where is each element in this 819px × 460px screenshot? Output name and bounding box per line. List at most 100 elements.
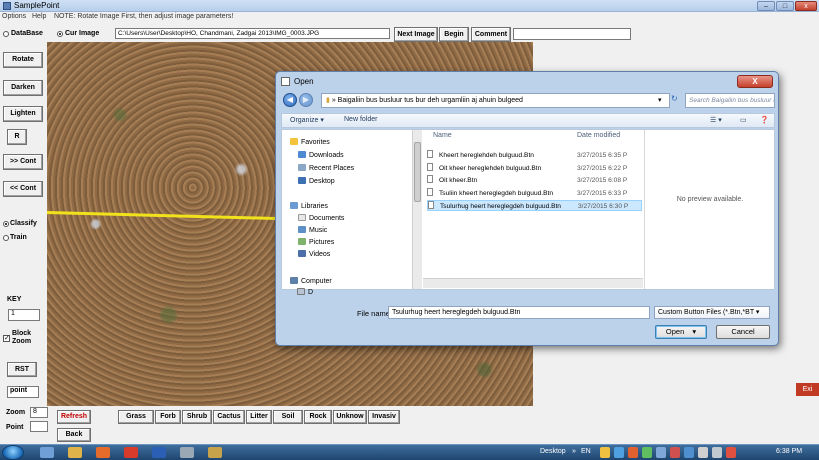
- explorer-icon[interactable]: [40, 447, 54, 458]
- scrollbar-thumb[interactable]: [414, 142, 421, 202]
- darken-button[interactable]: Darken: [3, 80, 43, 96]
- next-image-button[interactable]: Next Image: [394, 27, 438, 42]
- firefox-icon[interactable]: [96, 447, 110, 458]
- nav-recent-places[interactable]: Recent Places: [298, 164, 354, 172]
- new-folder-button[interactable]: New folder: [344, 116, 377, 123]
- volume-icon[interactable]: [698, 447, 708, 458]
- tray-icon-4[interactable]: [642, 447, 652, 458]
- cancel-button[interactable]: Cancel: [716, 325, 770, 339]
- desktop-toolbar-label[interactable]: Desktop: [540, 448, 566, 455]
- tray-icon-6[interactable]: [670, 447, 680, 458]
- tray-icon-3[interactable]: [628, 447, 638, 458]
- nav-scrollbar[interactable]: [412, 130, 422, 289]
- image-path-field[interactable]: C:\Users\User\Desktop\HO, Chandmani, Zad…: [115, 28, 390, 39]
- cont-forward-button[interactable]: >> Cont: [3, 154, 43, 170]
- view-options-icon[interactable]: ☰ ▾: [710, 116, 722, 124]
- curimage-radio[interactable]: [57, 31, 63, 37]
- close-button[interactable]: x: [795, 1, 817, 11]
- back-arrow-icon[interactable]: ◀: [283, 93, 297, 107]
- database-radio[interactable]: [3, 31, 9, 37]
- address-bar[interactable]: ▮ » Baigaliin bus busluur tus bur deh ur…: [321, 93, 670, 108]
- back-button[interactable]: Back: [57, 428, 91, 442]
- nav-desktop[interactable]: Desktop: [298, 177, 335, 185]
- category-button-unknow[interactable]: Unknow: [333, 410, 367, 424]
- category-button-forb[interactable]: Forb: [155, 410, 181, 424]
- file-row[interactable]: Oit kheer hereglehdeh bulguud.Btn 3/27/20…: [427, 162, 642, 174]
- refresh-button[interactable]: Refresh: [57, 410, 91, 424]
- file-name-input[interactable]: Tsulurhug heert hereglegdeh bulguud.Btn: [388, 306, 650, 319]
- category-button-rock[interactable]: Rock: [304, 410, 332, 424]
- nav-favorites[interactable]: Favorites: [290, 138, 330, 146]
- nav-computer[interactable]: Computer: [290, 277, 332, 285]
- category-button-litter[interactable]: Litter: [246, 410, 272, 424]
- cont-back-button[interactable]: << Cont: [3, 181, 43, 197]
- category-button-invasiv[interactable]: Invasiv: [368, 410, 400, 424]
- category-button-cactus[interactable]: Cactus: [213, 410, 245, 424]
- block-zoom-checkbox[interactable]: ✓: [3, 335, 10, 342]
- category-button-shrub[interactable]: Shrub: [182, 410, 212, 424]
- app-icon-red[interactable]: [124, 447, 138, 458]
- tray-icon-1[interactable]: [600, 447, 610, 458]
- search-input[interactable]: Search Baigaliin bus busluur t...: [685, 93, 775, 108]
- breadcrumb[interactable]: Baigaliin bus busluur tus bur deh urgaml…: [338, 97, 523, 104]
- clock[interactable]: 6:38 PM: [776, 448, 802, 455]
- category-button-soil[interactable]: Soil: [273, 410, 303, 424]
- action-center-icon[interactable]: [726, 447, 736, 458]
- start-button[interactable]: [2, 445, 24, 460]
- column-date-header[interactable]: Date modified: [577, 132, 620, 139]
- lighten-button[interactable]: Lighten: [3, 106, 43, 122]
- point-mode-input[interactable]: point: [7, 386, 39, 398]
- minimize-button[interactable]: –: [757, 1, 775, 11]
- tray-icon-5[interactable]: [656, 447, 666, 458]
- tray-icon-7[interactable]: [684, 447, 694, 458]
- chrome-icon[interactable]: [68, 447, 82, 458]
- menu-help[interactable]: Help: [32, 13, 46, 20]
- r-button[interactable]: R: [7, 129, 27, 145]
- comment-button[interactable]: Comment: [471, 27, 511, 42]
- dialog-close-button[interactable]: X: [737, 75, 773, 88]
- file-type-select[interactable]: Custom Button Files (*.Btn,*BT ▾: [654, 306, 770, 319]
- menu-options[interactable]: Options: [2, 13, 26, 20]
- zoom-input[interactable]: 8: [30, 407, 48, 418]
- nav-videos[interactable]: Videos: [298, 250, 330, 258]
- nav-pictures[interactable]: Pictures: [298, 238, 334, 246]
- toolbar-chevron-icon[interactable]: »: [572, 448, 576, 455]
- maximize-button[interactable]: □: [776, 1, 794, 11]
- point-input[interactable]: [30, 421, 48, 432]
- nav-music[interactable]: Music: [298, 226, 327, 234]
- file-row[interactable]: Oit kheer.Btn 3/27/2015 6:08 P: [427, 175, 642, 186]
- preview-pane-icon[interactable]: ▭: [740, 116, 747, 124]
- word-icon[interactable]: [152, 447, 166, 458]
- begin-button[interactable]: Begin: [439, 27, 469, 42]
- nav-drive-d[interactable]: D: [297, 288, 313, 296]
- file-list-scrollbar[interactable]: [423, 278, 643, 288]
- language-indicator[interactable]: EN: [581, 448, 591, 455]
- classify-radio[interactable]: [3, 221, 9, 227]
- exit-button[interactable]: Exi: [796, 383, 819, 396]
- rst-button[interactable]: RST: [7, 362, 37, 377]
- nav-downloads[interactable]: Downloads: [298, 151, 344, 159]
- key-input[interactable]: 1: [8, 309, 40, 321]
- calculator-icon[interactable]: [180, 447, 194, 458]
- comment-input[interactable]: [513, 28, 631, 40]
- tray-icon-2[interactable]: [614, 447, 624, 458]
- help-icon[interactable]: ❓: [760, 116, 769, 124]
- column-name-header[interactable]: Name: [433, 132, 452, 139]
- train-radio[interactable]: [3, 235, 9, 241]
- file-row[interactable]: Tsulurhug heert hereglegdeh bulguud.Btn 3…: [427, 200, 642, 211]
- open-button[interactable]: Open ▾: [655, 325, 707, 339]
- category-button-grass[interactable]: Grass: [118, 410, 154, 424]
- organize-button[interactable]: Organize ▾: [290, 116, 324, 124]
- rotate-button[interactable]: Rotate: [3, 52, 43, 68]
- file-row[interactable]: Tsuliin kheert hereglegdeh bulguud.Btn 3/…: [427, 187, 642, 199]
- nav-documents[interactable]: Documents: [298, 214, 344, 222]
- refresh-icon[interactable]: ↻: [671, 94, 678, 103]
- file-row[interactable]: Kheert hereglehdeh bulguud.Btn 3/27/2015 …: [427, 150, 642, 161]
- forward-arrow-icon[interactable]: ▶: [299, 93, 313, 107]
- samplepoint-taskbar-icon[interactable]: [208, 447, 222, 458]
- chevron-down-icon[interactable]: ▾: [658, 94, 662, 107]
- nav-libraries[interactable]: Libraries: [290, 202, 328, 210]
- network-icon[interactable]: [712, 447, 722, 458]
- chevron-down-icon[interactable]: ▾: [692, 327, 696, 336]
- documents-icon: [298, 214, 306, 221]
